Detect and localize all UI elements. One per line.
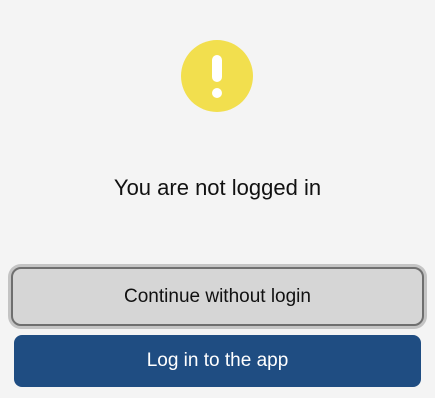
continue-without-login-button[interactable]: Continue without login (11, 267, 424, 326)
log-in-button[interactable]: Log in to the app (14, 335, 421, 387)
warning-icon (181, 40, 253, 112)
exclamation-dot (212, 88, 222, 98)
not-logged-in-message: You are not logged in (113, 175, 322, 200)
exclamation-bar (212, 55, 222, 82)
